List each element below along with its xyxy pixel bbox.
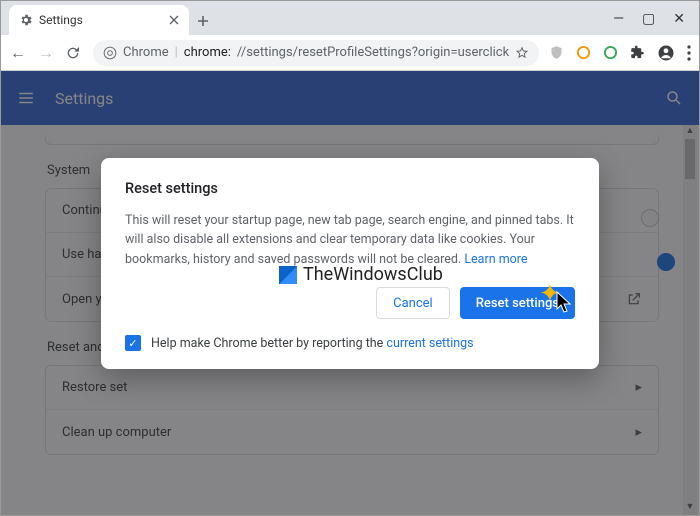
forward-button[interactable]: → bbox=[37, 43, 55, 63]
close-tab-icon[interactable] bbox=[169, 15, 179, 25]
watermark-text: TheWindowsClub bbox=[303, 264, 443, 285]
shield-ext-icon[interactable] bbox=[549, 45, 564, 60]
back-button[interactable]: ← bbox=[9, 43, 27, 63]
profile-icon[interactable] bbox=[657, 44, 675, 62]
help-reporting-row: ✓ Help make Chrome better by reporting t… bbox=[125, 335, 575, 351]
address-bar[interactable]: Chrome | chrome://settings/resetProfileS… bbox=[93, 40, 539, 66]
orange-ext-icon[interactable] bbox=[576, 45, 591, 60]
learn-more-link[interactable]: Learn more bbox=[464, 252, 527, 267]
toolbar-actions bbox=[549, 44, 691, 62]
current-settings-link[interactable]: current settings bbox=[386, 336, 473, 351]
dialog-title: Reset settings bbox=[125, 180, 575, 197]
url-path: //settings/resetProfileSettings?origin=u… bbox=[237, 45, 509, 60]
chrome-icon bbox=[103, 46, 117, 60]
toolbar: ← → Chrome | chrome://settings/resetProf… bbox=[1, 35, 699, 71]
extensions-icon[interactable] bbox=[630, 45, 645, 60]
help-text: Help make Chrome better by reporting the… bbox=[151, 336, 474, 351]
gear-icon bbox=[19, 13, 33, 27]
window-controls: — ▢ ✕ bbox=[613, 11, 699, 35]
url-scheme: chrome: bbox=[184, 45, 231, 60]
new-tab-button[interactable] bbox=[189, 7, 217, 35]
green-ext-icon[interactable] bbox=[603, 45, 618, 60]
menu-icon[interactable] bbox=[687, 45, 691, 61]
titlebar: Settings — ▢ ✕ bbox=[1, 1, 699, 35]
dialog-body: This will reset your startup page, new t… bbox=[125, 211, 575, 269]
dialog-buttons: Cancel Reset settings bbox=[125, 287, 575, 319]
help-checkbox[interactable]: ✓ bbox=[125, 335, 141, 351]
watermark: TheWindowsClub bbox=[279, 264, 443, 285]
reset-settings-button[interactable]: Reset settings bbox=[460, 287, 575, 319]
help-text-prefix: Help make Chrome better by reporting the bbox=[151, 336, 386, 351]
maximize-button[interactable]: ▢ bbox=[642, 11, 655, 27]
cancel-button[interactable]: Cancel bbox=[376, 287, 450, 319]
url-origin-label: Chrome bbox=[123, 45, 169, 60]
browser-window: Settings — ▢ ✕ ← → Chrome | chrome://set… bbox=[0, 0, 700, 516]
minimize-button[interactable]: — bbox=[613, 11, 624, 27]
browser-tab[interactable]: Settings bbox=[9, 5, 189, 35]
tab-title: Settings bbox=[39, 13, 83, 27]
close-window-button[interactable]: ✕ bbox=[673, 11, 685, 27]
reload-button[interactable] bbox=[65, 45, 83, 61]
watermark-logo-icon bbox=[279, 266, 297, 284]
star-icon[interactable] bbox=[515, 46, 529, 60]
